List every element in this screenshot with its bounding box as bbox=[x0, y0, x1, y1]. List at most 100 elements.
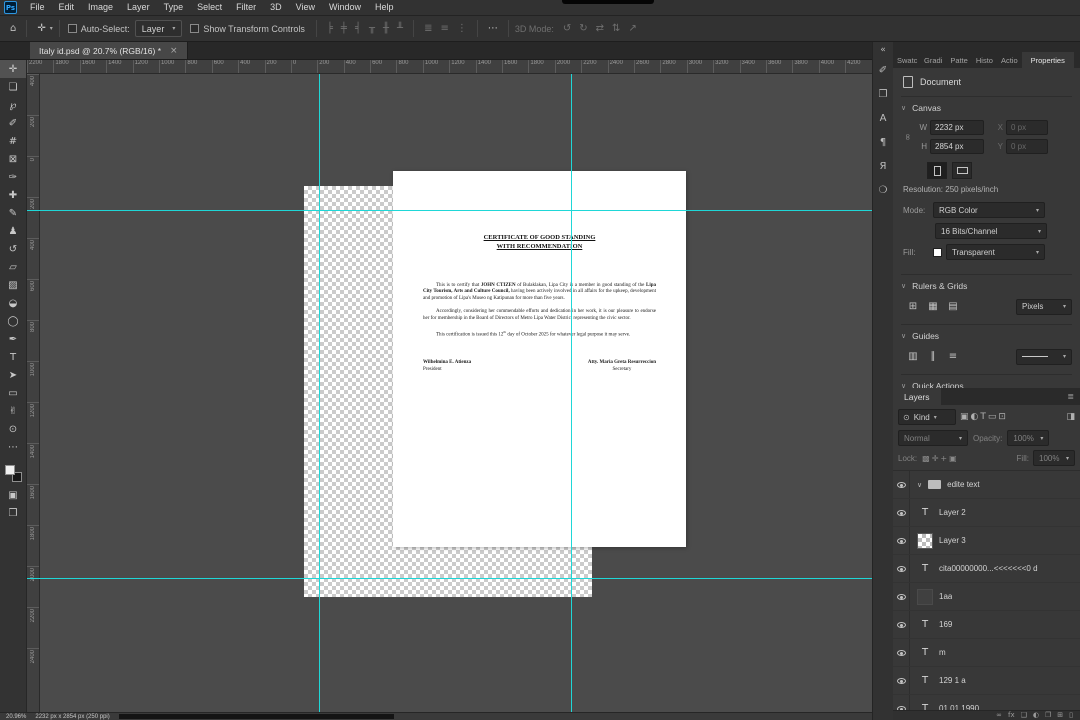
layer-filter-icon[interactable]: ◐ bbox=[970, 412, 980, 422]
layers-footer-icon[interactable]: ⊞ bbox=[1057, 711, 1063, 720]
screen-mode-button[interactable]: ❒ bbox=[0, 504, 26, 522]
layer-visibility-toggle[interactable] bbox=[893, 555, 910, 582]
layers-footer-icon[interactable]: ❐ bbox=[1045, 711, 1051, 720]
more-options-icon[interactable]: ⋯ bbox=[484, 23, 502, 34]
canvas-area[interactable]: 4002000200400600800100012001400160018002… bbox=[27, 74, 872, 712]
align-icon[interactable]: ╥ bbox=[365, 23, 379, 34]
panel-tab[interactable]: Gradi bbox=[920, 52, 946, 68]
tool-preset-caret-icon[interactable]: ▾ bbox=[50, 25, 53, 32]
opacity-dropdown[interactable]: 100% ▾ bbox=[1007, 430, 1049, 446]
layer-name[interactable]: cita00000000...<<<<<<<0 d bbox=[939, 564, 1038, 573]
layer-row[interactable]: ∨ T 169 bbox=[893, 611, 1080, 639]
canvas-section-header[interactable]: ∨ Canvas bbox=[901, 103, 1072, 113]
collapse-panels-icon[interactable]: « bbox=[873, 42, 893, 58]
landscape-orientation-button[interactable] bbox=[952, 162, 972, 179]
align-icon[interactable]: ╡ bbox=[351, 23, 365, 34]
layer-visibility-toggle[interactable] bbox=[893, 639, 910, 666]
guides-icon[interactable]: ▥ bbox=[903, 348, 923, 365]
layers-footer-icon[interactable]: ❑ bbox=[1021, 711, 1027, 720]
zoom-tool[interactable]: ⊙ bbox=[0, 420, 26, 438]
layer-visibility-toggle[interactable] bbox=[893, 583, 910, 610]
auto-select-checkbox[interactable] bbox=[68, 24, 77, 33]
distribute-icon[interactable]: ≡ bbox=[436, 23, 452, 34]
menu-item[interactable]: Layer bbox=[120, 0, 157, 15]
menu-item[interactable]: Edit bbox=[52, 0, 82, 15]
rulers-grids-header[interactable]: ∨ Rulers & Grids bbox=[901, 281, 1072, 291]
layer-visibility-toggle[interactable] bbox=[893, 471, 910, 498]
fill-swatch[interactable] bbox=[933, 248, 942, 257]
width-field[interactable]: 2232 px bbox=[930, 120, 984, 135]
align-icon[interactable]: ╞ bbox=[323, 23, 337, 34]
layers-tab[interactable]: Layers bbox=[893, 388, 941, 405]
align-icon[interactable]: ╫ bbox=[379, 23, 393, 34]
layers-footer-icon[interactable]: ▯ bbox=[1069, 711, 1073, 720]
lasso-tool[interactable]: ℘ bbox=[0, 96, 26, 114]
y-field[interactable]: 0 px bbox=[1006, 139, 1048, 154]
lock-icon[interactable]: ▣ bbox=[948, 454, 958, 463]
foreground-color-swatch[interactable] bbox=[5, 465, 15, 475]
layer-name[interactable]: 169 bbox=[939, 620, 952, 629]
menu-item[interactable]: View bbox=[289, 0, 322, 15]
layer-name[interactable]: edite text bbox=[947, 480, 979, 489]
paragraph-panel-icon[interactable]: ¶ bbox=[873, 130, 893, 154]
zoom-level[interactable]: 20.96% bbox=[6, 714, 26, 720]
layer-row[interactable]: ∨ T edite text bbox=[893, 471, 1080, 499]
marquee-tool[interactable]: ❏ bbox=[0, 78, 26, 96]
shape-tool[interactable]: ▭ bbox=[0, 384, 26, 402]
dodge-tool[interactable]: ◯ bbox=[0, 312, 26, 330]
bit-depth-dropdown[interactable]: 16 Bits/Channel ▾ bbox=[935, 223, 1047, 239]
menu-item[interactable]: 3D bbox=[263, 0, 289, 15]
layer-name[interactable]: m bbox=[939, 648, 946, 657]
layer-name[interactable]: 1aa bbox=[939, 592, 952, 601]
link-dimensions-icon[interactable]: ∞ bbox=[902, 132, 912, 142]
lock-icon[interactable]: + bbox=[939, 454, 948, 463]
layer-fill-dropdown[interactable]: 100% ▾ bbox=[1033, 450, 1075, 466]
blur-tool[interactable]: ◒ bbox=[0, 294, 26, 312]
layer-visibility-toggle[interactable] bbox=[893, 527, 910, 554]
distribute-icon[interactable]: ⋮ bbox=[453, 23, 471, 34]
guides-icon[interactable]: ∥ bbox=[923, 348, 943, 365]
rulers-grid-icon[interactable]: ▦ bbox=[923, 298, 943, 315]
distribute-icon[interactable]: ≣ bbox=[420, 23, 436, 34]
guides-icon[interactable]: ≡ bbox=[943, 348, 963, 365]
fill-dropdown[interactable]: Transparent ▾ bbox=[946, 244, 1045, 260]
menu-item[interactable]: Select bbox=[190, 0, 229, 15]
brush-tool[interactable]: ✎ bbox=[0, 204, 26, 222]
gradient-tool[interactable]: ▨ bbox=[0, 276, 26, 294]
menu-item[interactable]: Image bbox=[81, 0, 120, 15]
panel-menu-icon[interactable]: ≣ bbox=[1061, 388, 1080, 405]
lock-icon[interactable]: ✛ bbox=[931, 454, 940, 463]
quick-mask-button[interactable]: ▣ bbox=[0, 486, 26, 504]
layers-footer-icon[interactable]: ∞ bbox=[996, 711, 1002, 720]
x-field[interactable]: 0 px bbox=[1006, 120, 1048, 135]
vertical-ruler[interactable]: 4002000200400600800100012001400160018002… bbox=[27, 74, 40, 712]
units-dropdown[interactable]: Pixels ▾ bbox=[1016, 299, 1072, 315]
layer-filter-icon[interactable]: ⊡ bbox=[997, 412, 1007, 422]
path-selection-tool[interactable]: ➤ bbox=[0, 366, 26, 384]
show-transform-controls-checkbox[interactable] bbox=[190, 24, 199, 33]
menu-item[interactable]: Help bbox=[368, 0, 401, 15]
auto-select-target-dropdown[interactable]: Layer ▾ bbox=[135, 20, 183, 37]
glyphs-panel-icon[interactable]: Я bbox=[873, 154, 893, 178]
guide-horizontal[interactable] bbox=[27, 210, 872, 211]
certificate-document[interactable]: CERTIFICATE OF GOOD STANDING WITH RECOMM… bbox=[393, 171, 686, 547]
clone-stamp-tool[interactable]: ♟ bbox=[0, 222, 26, 240]
layer-name[interactable]: Layer 3 bbox=[939, 536, 966, 545]
tab-close-icon[interactable]: × bbox=[170, 46, 178, 56]
rulers-grid-icon[interactable]: ⊞ bbox=[903, 298, 923, 315]
menu-item[interactable]: Type bbox=[157, 0, 191, 15]
lock-icon[interactable]: ▩ bbox=[921, 454, 931, 463]
color-mode-dropdown[interactable]: RGB Color ▾ bbox=[933, 202, 1045, 218]
panel-tab[interactable]: Actio bbox=[997, 52, 1022, 68]
crop-tool[interactable]: # bbox=[0, 132, 26, 150]
quick-actions-header[interactable]: ∨ Quick Actions bbox=[901, 381, 1072, 388]
frame-tool[interactable]: ⊠ bbox=[0, 150, 26, 168]
panel-tab[interactable]: Swatc bbox=[893, 52, 920, 68]
brush-settings-panel-icon[interactable]: ✐ bbox=[873, 58, 893, 82]
edit-toolbar[interactable]: ⋯ bbox=[0, 438, 26, 456]
eyedropper-tool[interactable]: ✑ bbox=[0, 168, 26, 186]
healing-brush-tool[interactable]: ✚ bbox=[0, 186, 26, 204]
clone-source-panel-icon[interactable]: ❐ bbox=[873, 82, 893, 106]
guide-horizontal[interactable] bbox=[27, 578, 872, 579]
layer-visibility-toggle[interactable] bbox=[893, 611, 910, 638]
